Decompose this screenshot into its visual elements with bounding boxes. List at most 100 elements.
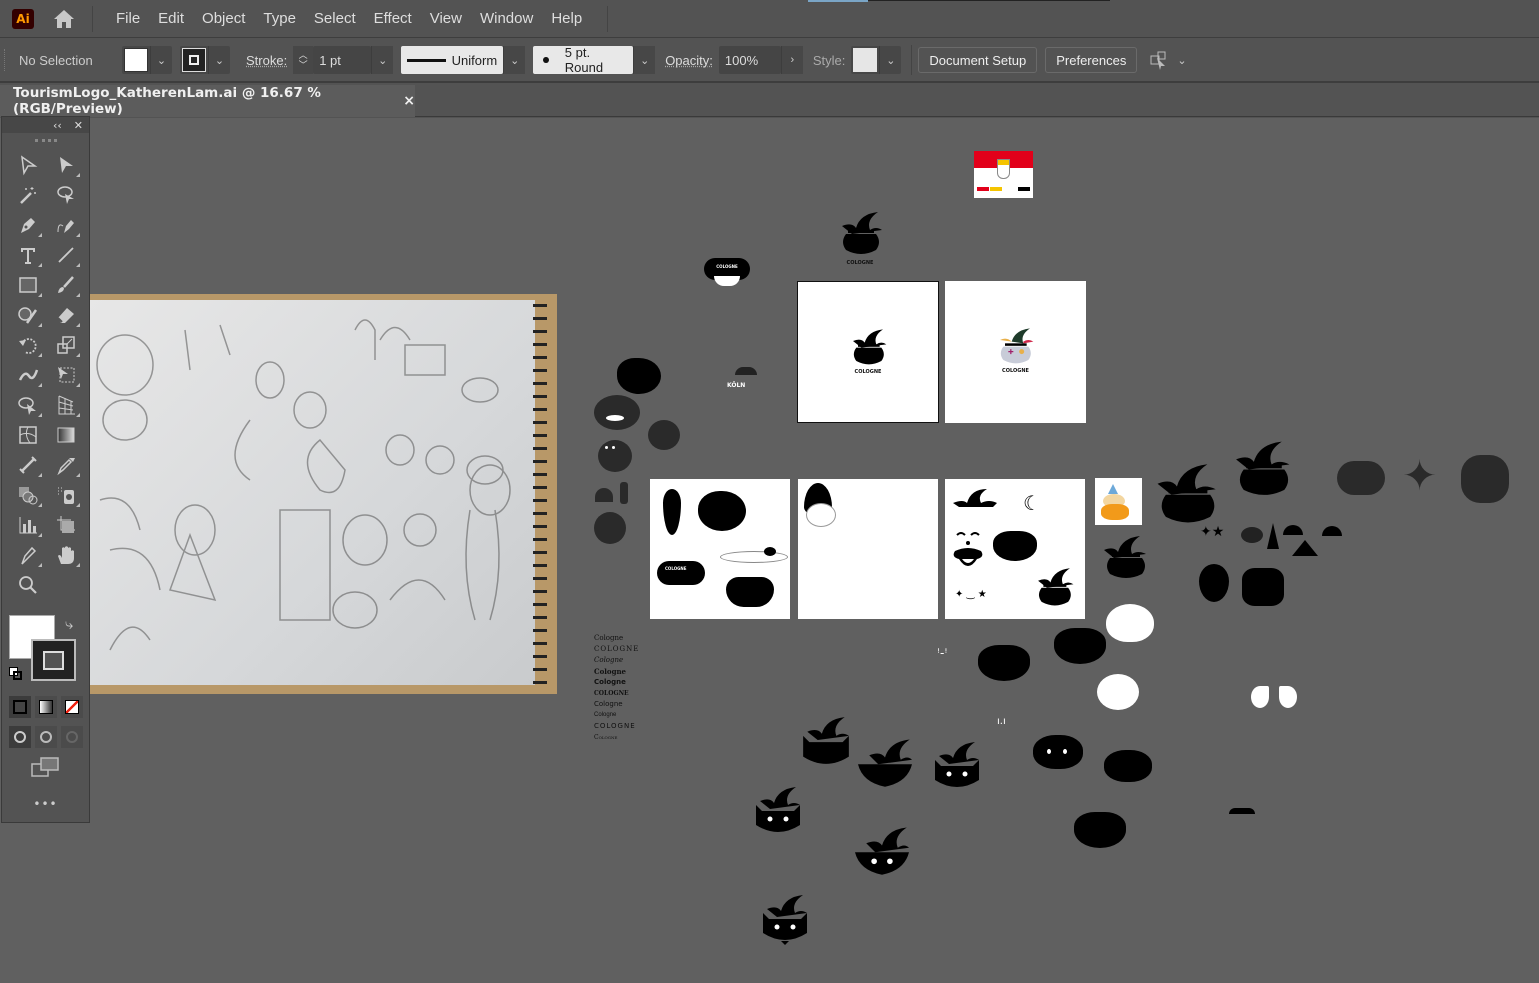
- eye-marks[interactable]: ꜝ-ꜝ: [937, 646, 947, 660]
- opacity-input[interactable]: 100%: [718, 46, 781, 74]
- stroke-weight-stepper[interactable]: ︿ ﹀: [293, 46, 314, 74]
- chevron-up-icon[interactable]: ︿: [299, 50, 308, 60]
- artboard-tool[interactable]: [49, 513, 83, 537]
- brush-dropdown[interactable]: ⌄: [633, 46, 656, 74]
- curvature-tool[interactable]: [49, 213, 83, 237]
- artboard-logo-color[interactable]: COLOGNE: [945, 281, 1086, 423]
- profile-dropdown[interactable]: ⌄: [503, 46, 526, 74]
- dome-shape[interactable]: [735, 367, 757, 375]
- scale-tool[interactable]: [49, 333, 83, 357]
- none-mode-button[interactable]: [61, 696, 83, 718]
- mesh-tool[interactable]: [11, 423, 45, 447]
- stroke-swatch[interactable]: [182, 48, 206, 72]
- fill-color-picker[interactable]: ⌄: [122, 46, 172, 74]
- duck-silhouette[interactable]: [648, 420, 680, 450]
- selection-tool[interactable]: [11, 153, 45, 177]
- stroke-label[interactable]: Stroke:: [246, 53, 287, 68]
- menu-window[interactable]: Window: [471, 10, 542, 27]
- sparkle-icons[interactable]: ✦★: [1200, 524, 1224, 540]
- swap-fill-stroke-icon[interactable]: ⤷: [65, 615, 73, 633]
- koln-text[interactable]: KÖLN: [727, 382, 745, 389]
- column-graph-tool[interactable]: [11, 513, 45, 537]
- cat-head-silhouette[interactable]: [1104, 750, 1152, 782]
- chevron-down-icon[interactable]: ⌄: [879, 46, 901, 74]
- duck-silhouette[interactable]: [617, 358, 661, 394]
- jester-cat-icon[interactable]: [799, 713, 853, 767]
- menu-object[interactable]: Object: [193, 10, 254, 27]
- gradient-mode-button[interactable]: [35, 696, 57, 718]
- shaper-tool[interactable]: [11, 303, 45, 327]
- shape-builder-tool[interactable]: [11, 393, 45, 417]
- artboard-gnome-concept[interactable]: [798, 479, 938, 619]
- cone-shape[interactable]: [1267, 523, 1279, 549]
- perspective-grid-tool[interactable]: [49, 393, 83, 417]
- brush-definition[interactable]: 5 pt. Round: [533, 45, 634, 75]
- default-fill-stroke-icon[interactable]: [9, 667, 23, 681]
- document-tab[interactable]: TourismLogo_KatherenLam.ai @ 16.67 % (RG…: [0, 85, 415, 117]
- preferences-button[interactable]: Preferences: [1045, 47, 1138, 73]
- blend-tool[interactable]: [11, 453, 45, 477]
- dome-shape[interactable]: [595, 488, 613, 502]
- cat-head-silhouette[interactable]: [1033, 735, 1083, 769]
- cat-head-silhouette[interactable]: [1054, 628, 1106, 664]
- sketch-photo[interactable]: [90, 294, 557, 694]
- artboard-jester-parts[interactable]: ☾ ✦ ‿ ★: [945, 479, 1085, 619]
- chevron-down-icon[interactable]: ﹀: [299, 60, 308, 70]
- jester-head-icon[interactable]: [1231, 436, 1297, 498]
- slice-tool[interactable]: [11, 543, 45, 567]
- jester-cat-icon[interactable]: [931, 738, 983, 790]
- color-mode-button[interactable]: [9, 696, 31, 718]
- stroke-color-swatch[interactable]: [31, 639, 76, 681]
- menu-edit[interactable]: Edit: [149, 10, 193, 27]
- stroke-weight-dropdown[interactable]: ⌄: [371, 46, 394, 74]
- menu-select[interactable]: Select: [305, 10, 365, 27]
- menu-effect[interactable]: Effect: [365, 10, 421, 27]
- artboard-duck-concepts[interactable]: COLOGNE: [650, 479, 790, 619]
- duck-mascot-illustration[interactable]: [1095, 478, 1142, 525]
- magic-wand-tool[interactable]: [11, 183, 45, 207]
- document-setup-button[interactable]: Document Setup: [918, 47, 1038, 73]
- menu-file[interactable]: File: [107, 10, 149, 27]
- duck-silhouette[interactable]: [598, 440, 632, 472]
- duck-silhouette[interactable]: [594, 395, 640, 430]
- stroke-weight-input[interactable]: 1 pt: [313, 46, 372, 74]
- eraser-tool[interactable]: [49, 303, 83, 327]
- panel-grip[interactable]: [34, 139, 57, 143]
- gradient-tool[interactable]: [49, 423, 83, 447]
- cologne-badge-draft[interactable]: COLOGNE: [704, 258, 750, 288]
- free-transform-tool[interactable]: [49, 363, 83, 387]
- rectangle-tool[interactable]: [11, 273, 45, 297]
- menu-help[interactable]: Help: [542, 10, 591, 27]
- live-paint-tool[interactable]: [49, 483, 83, 507]
- face-frame-shape[interactable]: [1242, 568, 1284, 606]
- pen-tool[interactable]: [11, 213, 45, 237]
- artboard-logo-black[interactable]: COLOGNE: [797, 281, 939, 423]
- nose-shape[interactable]: [1241, 527, 1263, 543]
- shape-fragments[interactable]: [620, 482, 628, 504]
- direct-selection-tool[interactable]: [49, 153, 83, 177]
- variable-width-profile[interactable]: Uniform: [401, 46, 504, 74]
- chevron-down-icon[interactable]: ⌄: [208, 46, 230, 74]
- fill-swatch[interactable]: [124, 48, 148, 72]
- width-tool[interactable]: [11, 363, 45, 387]
- jester-head-icon[interactable]: [1152, 458, 1224, 526]
- stroke-color-picker[interactable]: ⌄: [180, 46, 230, 74]
- jester-logo-draft[interactable]: COLOGNE: [834, 208, 886, 266]
- opacity-label[interactable]: Opacity:: [665, 53, 713, 68]
- control-bar-grip[interactable]: [4, 49, 7, 71]
- ear-shape[interactable]: [1279, 686, 1297, 708]
- edit-toolbar-button[interactable]: •••: [2, 797, 89, 811]
- ear-shape[interactable]: [1251, 686, 1269, 708]
- hat-brim-shape[interactable]: [1229, 808, 1255, 814]
- paintbrush-tool[interactable]: [49, 273, 83, 297]
- change-screen-mode-button[interactable]: [30, 756, 60, 782]
- chevron-down-icon[interactable]: ⌄: [150, 46, 172, 74]
- close-panel-icon[interactable]: ✕: [74, 119, 83, 132]
- duck-silhouette[interactable]: [594, 512, 626, 544]
- home-button[interactable]: [52, 8, 76, 30]
- jester-cat-icon[interactable]: [759, 891, 811, 947]
- jester-cat-icon[interactable]: [752, 783, 804, 835]
- style-swatch[interactable]: [853, 48, 878, 72]
- face-marks[interactable]: ı.ı: [997, 716, 1006, 727]
- frame-shape[interactable]: [1337, 461, 1385, 495]
